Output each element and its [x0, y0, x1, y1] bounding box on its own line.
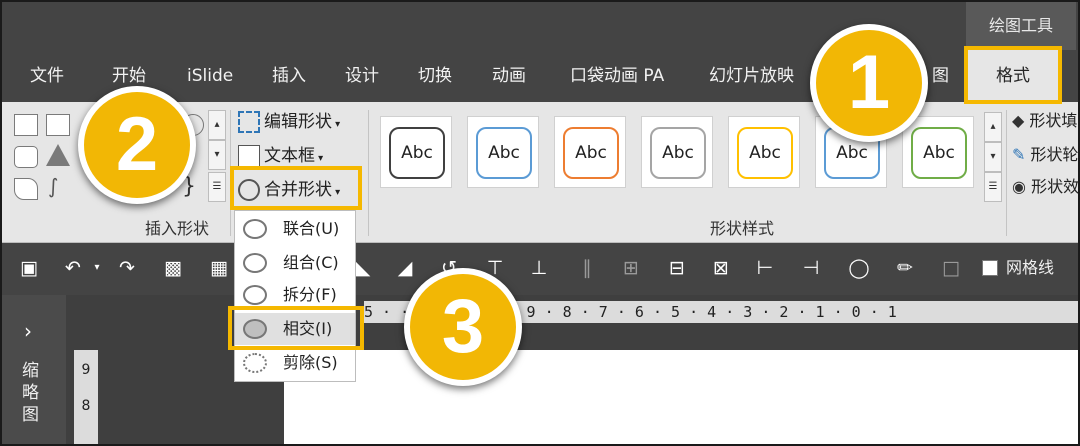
- gallery-scroll-up[interactable]: ▴: [208, 110, 226, 140]
- styles-scroll-up[interactable]: ▴: [984, 112, 1002, 142]
- align-middle-icon[interactable]: ⊟: [666, 257, 688, 279]
- redo-icon[interactable]: ↷: [116, 257, 138, 279]
- undo-icon[interactable]: ↶: [62, 257, 84, 279]
- edit-shape-label: 编辑形状: [264, 112, 332, 132]
- format-painter-icon[interactable]: ✏: [894, 257, 916, 279]
- title-bar: 绘图工具: [2, 2, 1078, 50]
- style-sample-text: Abc: [911, 127, 967, 179]
- tab-insert[interactable]: 插入: [272, 50, 306, 102]
- shape-style-thumb[interactable]: Abc: [902, 116, 974, 188]
- shape-style-thumb[interactable]: Abc: [467, 116, 539, 188]
- shape-style-thumb[interactable]: Abc: [380, 116, 452, 188]
- menu-item-label: 联合(U): [283, 219, 340, 238]
- chevron-right-icon[interactable]: ›: [24, 319, 32, 343]
- ruler-tick-label: 9: [81, 362, 91, 378]
- highlight-intersect: [228, 306, 364, 350]
- shape-outline-label: 形状轮: [1030, 145, 1079, 164]
- style-sample-text: Abc: [389, 127, 445, 179]
- undo-dropdown-icon[interactable]: ▾: [86, 257, 108, 279]
- presenter-icon[interactable]: ▩: [162, 257, 184, 279]
- shape-style-thumb[interactable]: Abc: [641, 116, 713, 188]
- step-callout-2: 2: [78, 86, 196, 204]
- style-sample-text: Abc: [650, 127, 706, 179]
- text-box-icon: [238, 145, 260, 167]
- textbox-shape-icon[interactable]: [14, 114, 38, 136]
- combine-icon: [243, 253, 267, 273]
- step-callout-1: 1: [810, 24, 928, 142]
- distribute-horizontal-icon[interactable]: ∥: [576, 257, 598, 279]
- drawing-tools-label: 绘图工具: [966, 2, 1076, 50]
- shape-picker-icon[interactable]: ◯: [848, 257, 870, 279]
- gridlines-checkbox[interactable]: [982, 260, 998, 276]
- subtract-icon: [243, 353, 267, 373]
- insert-shapes-group-label: 插入形状: [144, 219, 209, 238]
- tab-pocket-animation[interactable]: 口袋动画 PA: [570, 50, 664, 102]
- freeform-shape-icon[interactable]: [14, 178, 38, 200]
- align-bottom-icon[interactable]: ⊥: [528, 257, 550, 279]
- ruler-tick-label: 8: [81, 398, 91, 414]
- style-sample-text: Abc: [737, 127, 793, 179]
- text-box-label: 文本框: [264, 146, 315, 166]
- vertical-textbox-shape-icon[interactable]: [46, 114, 70, 136]
- align-right-icon[interactable]: ⊣: [800, 257, 822, 279]
- quick-access-toolbar: ▣ ↶ ▾ ↷ ▩ ▦ ◣ ◢ ↺ ⊤ ⊥ ∥ ⊞ ⊟ ⊠ ⊢ ⊣ ◯ ✏ □ …: [2, 243, 1078, 295]
- rounded-rect-shape-icon[interactable]: [14, 146, 38, 168]
- step-callout-3: 3: [404, 268, 522, 386]
- menu-item-subtract[interactable]: 剪除(S): [235, 347, 355, 379]
- shape-effect-label: 形状效: [1031, 177, 1080, 196]
- tab-slideshow[interactable]: 幻灯片放映: [709, 50, 794, 102]
- edit-shape-icon: [238, 111, 260, 133]
- gridlines-label: 网格线: [1006, 258, 1055, 277]
- gallery-scroll-down[interactable]: ▾: [208, 140, 226, 170]
- merge-shapes-menu: 联合(U) 组合(C) 拆分(F) 相交(I) 剪除(S): [234, 210, 356, 382]
- rotate-icon[interactable]: ◢: [394, 257, 416, 279]
- shape-outline-button[interactable]: ✎ 形状轮: [1012, 142, 1079, 168]
- tab-islide[interactable]: iSlide: [187, 50, 233, 102]
- tab-file[interactable]: 文件: [30, 50, 64, 102]
- styles-more[interactable]: ☰: [984, 172, 1002, 202]
- effect-icon: ◉: [1012, 177, 1026, 196]
- align-center-vertical-icon[interactable]: ⊠: [710, 257, 732, 279]
- fragment-icon: [243, 285, 267, 305]
- gallery-more[interactable]: ☰: [208, 172, 226, 202]
- style-sample-text: Abc: [563, 127, 619, 179]
- shape-styles-group-label: 形状样式: [709, 219, 774, 238]
- shape-style-thumb[interactable]: Abc: [554, 116, 626, 188]
- group-icon[interactable]: ▦: [208, 257, 230, 279]
- ribbon-separator: [368, 110, 369, 236]
- save-icon[interactable]: ▣: [18, 257, 40, 279]
- styles-scroll-down[interactable]: ▾: [984, 142, 1002, 172]
- tab-animations[interactable]: 动画: [492, 50, 526, 102]
- thumbnail-pane-label: 缩略图: [22, 361, 39, 425]
- menu-item-combine[interactable]: 组合(C): [235, 247, 355, 279]
- highlight-merge-shapes: [230, 166, 362, 210]
- menu-item-label: 组合(C): [283, 253, 339, 272]
- menu-item-union[interactable]: 联合(U): [235, 213, 355, 245]
- align-left-icon[interactable]: ⊢: [754, 257, 776, 279]
- pencil-icon: ✎: [1012, 145, 1026, 164]
- edit-shape-button[interactable]: 编辑形状 ▾: [238, 108, 340, 136]
- slide-canvas[interactable]: [284, 350, 1078, 444]
- shape-style-thumb[interactable]: Abc: [728, 116, 800, 188]
- powerpoint-window: 绘图工具 文件 开始 iSlide 插入 设计 切换 动画 口袋动画 PA 幻灯…: [0, 0, 1080, 446]
- ribbon-separator: [1006, 110, 1007, 236]
- tab-transitions[interactable]: 切换: [418, 50, 452, 102]
- paint-bucket-icon: ◆: [1012, 111, 1025, 130]
- highlight-format-tab: [964, 46, 1062, 104]
- union-icon: [243, 219, 267, 239]
- vertical-ruler: 9 8: [74, 350, 98, 444]
- shape-fill-label: 形状填: [1029, 111, 1078, 130]
- curve-shape-icon[interactable]: ∫: [48, 174, 58, 198]
- tab-view-partial[interactable]: 图: [932, 50, 949, 102]
- thumbnail-sidebar: › 缩略图: [2, 295, 66, 444]
- triangle-shape-icon[interactable]: [46, 144, 70, 166]
- crop-icon[interactable]: □: [940, 257, 962, 279]
- shape-fill-button[interactable]: ◆ 形状填: [1012, 108, 1077, 134]
- menu-item-label: 剪除(S): [283, 353, 338, 372]
- tab-design[interactable]: 设计: [345, 50, 379, 102]
- shape-effect-button[interactable]: ◉ 形状效: [1012, 174, 1080, 200]
- align-center-icon[interactable]: ⊞: [620, 257, 642, 279]
- style-sample-text: Abc: [476, 127, 532, 179]
